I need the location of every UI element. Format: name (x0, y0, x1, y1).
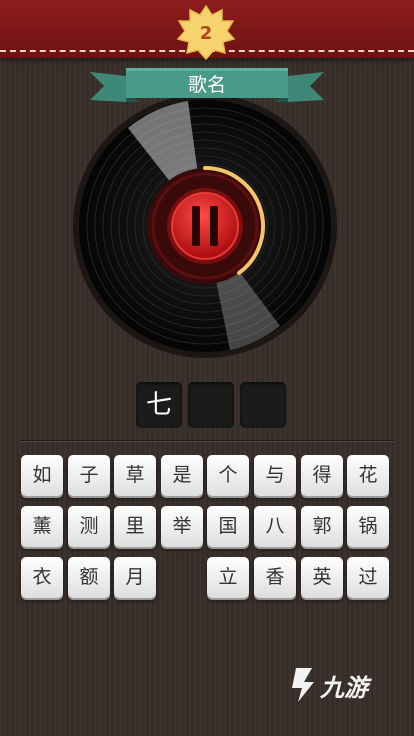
character-key[interactable]: 子 (68, 455, 110, 496)
character-key[interactable]: 与 (254, 455, 296, 496)
character-key[interactable]: 花 (347, 455, 389, 496)
character-key[interactable]: 得 (301, 455, 343, 496)
answer-slot[interactable] (188, 382, 234, 428)
character-key[interactable]: 举 (161, 506, 203, 547)
character-key[interactable]: 草 (114, 455, 156, 496)
answer-slot[interactable]: 七 (136, 382, 182, 428)
character-key[interactable]: 是 (161, 455, 203, 496)
character-key[interactable]: 测 (68, 506, 110, 547)
character-key[interactable]: 国 (207, 506, 249, 547)
character-key[interactable]: 如 (21, 455, 63, 496)
jiuyou-logo-icon (292, 668, 314, 702)
character-key[interactable]: 英 (301, 557, 343, 598)
watermark: 九游 (290, 664, 386, 708)
level-badge: 2 (176, 4, 236, 64)
level-number: 2 (199, 23, 213, 44)
vinyl-record (70, 94, 340, 360)
answer-slot[interactable] (240, 382, 286, 428)
character-key[interactable]: 锅 (347, 506, 389, 547)
character-key[interactable]: 过 (347, 557, 389, 598)
divider (20, 440, 394, 441)
character-key[interactable]: 个 (207, 455, 249, 496)
character-key[interactable]: 八 (254, 506, 296, 547)
character-key[interactable]: 立 (207, 557, 249, 598)
character-key[interactable]: 薰 (21, 506, 63, 547)
character-key[interactable]: 里 (114, 506, 156, 547)
character-key[interactable]: 郭 (301, 506, 343, 547)
watermark-text: 九游 (320, 674, 368, 702)
play-pause-button[interactable] (167, 188, 243, 264)
character-key[interactable]: 月 (114, 557, 156, 598)
category-label: 歌名 (187, 74, 226, 96)
character-key[interactable]: 额 (68, 557, 110, 598)
character-key[interactable]: 衣 (21, 557, 63, 598)
character-key[interactable]: 香 (254, 557, 296, 598)
